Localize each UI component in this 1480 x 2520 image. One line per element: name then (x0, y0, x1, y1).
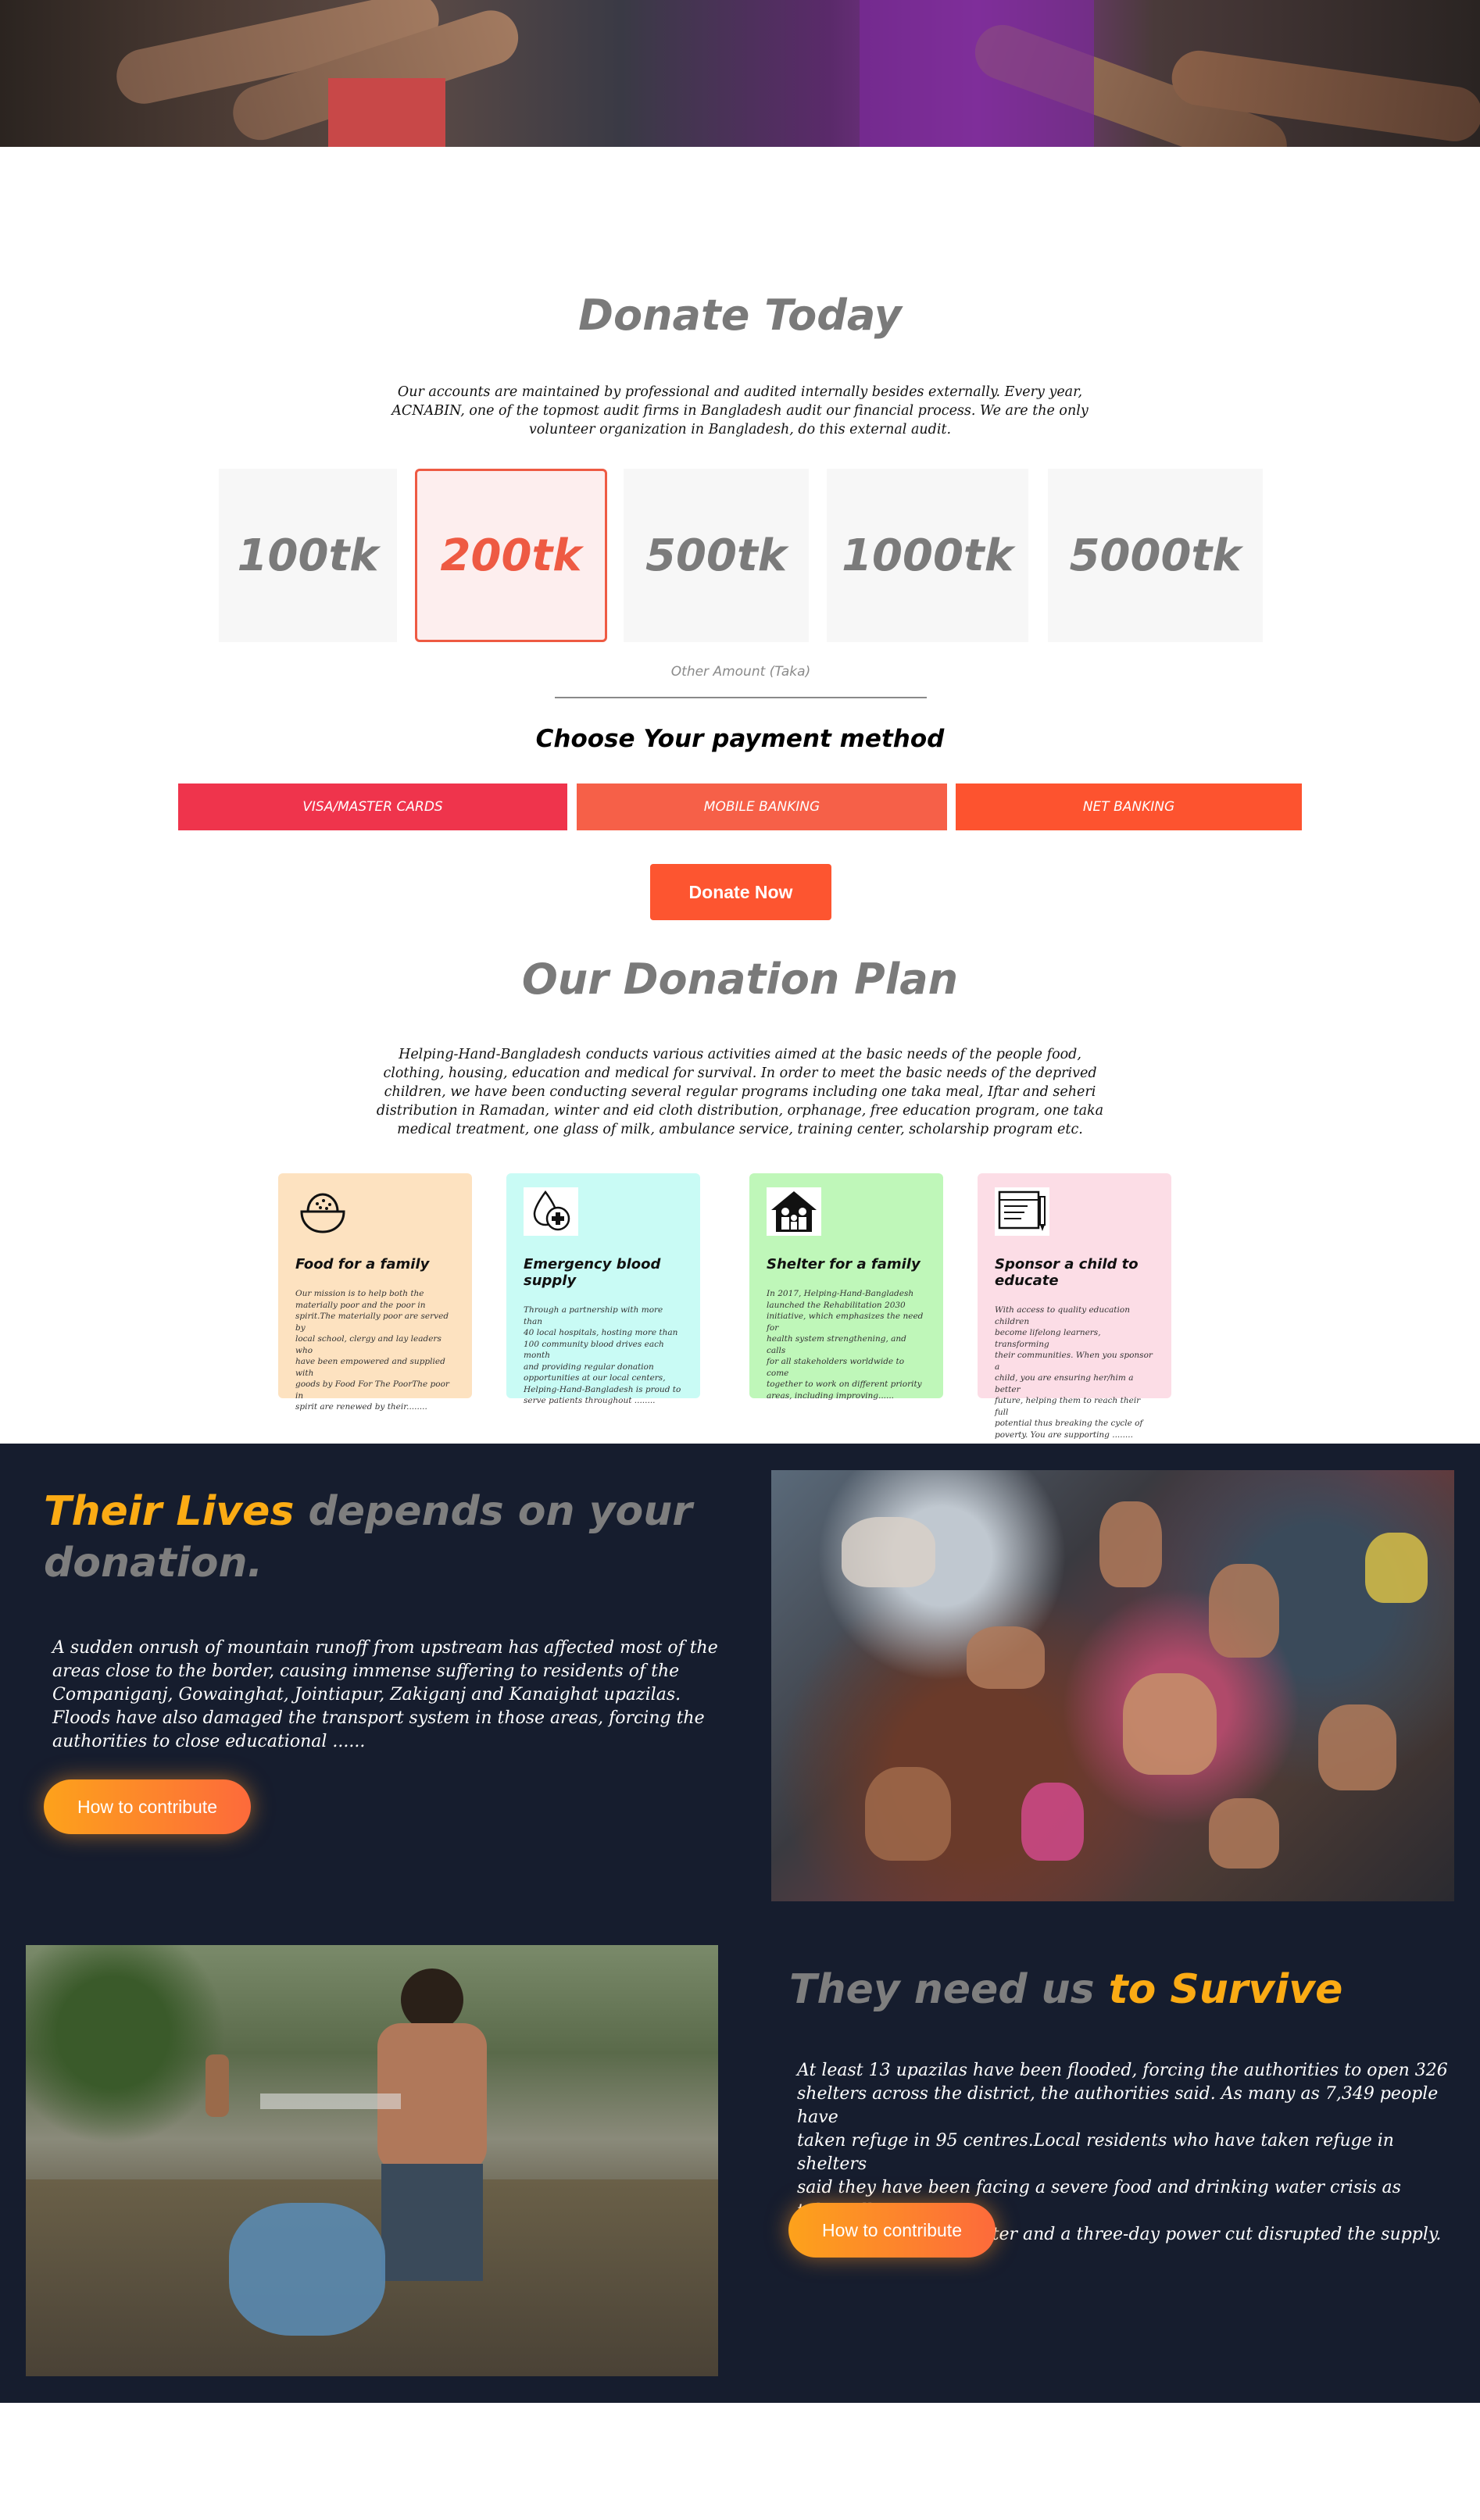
amount-5000[interactable]: 5000tk (1048, 469, 1263, 642)
plan-card-title: Shelter for a family (767, 1256, 921, 1272)
donate-now-button[interactable]: Donate Now (650, 864, 831, 920)
donate-title: Donate Today (578, 291, 902, 340)
plan-card-education[interactable]: Sponsor a child to educate With access t… (978, 1173, 1171, 1440)
payment-title: Choose Your payment method (535, 725, 945, 753)
lives-paragraph: A sudden onrush of mountain runoff from … (52, 1638, 718, 1751)
family-shelter-icon (767, 1187, 821, 1236)
survive-title: They need us to Survive (789, 1966, 1343, 2013)
education-board-icon (995, 1187, 1049, 1236)
amount-200[interactable]: 200tk (415, 469, 607, 642)
amount-100[interactable]: 100tk (219, 469, 397, 642)
plan-card-desc: Through a partnership with more than 40 l… (524, 1305, 681, 1405)
hero-image (0, 0, 1480, 147)
plan-card-desc: Our mission is to help both the materiall… (295, 1289, 449, 1412)
plan-intro: Helping-Hand-Bangladesh conducts various… (376, 1047, 1104, 1137)
payment-visa-master-button[interactable]: VISA/MASTER CARDS (178, 783, 567, 830)
crowd-relief-photo (771, 1470, 1454, 1901)
plan-title: Our Donation Plan (521, 955, 959, 1004)
plan-card-shelter[interactable]: Shelter for a family In 2017, Helping-Ha… (749, 1173, 943, 1401)
amount-500[interactable]: 500tk (624, 469, 809, 642)
how-to-contribute-button-2[interactable]: How to contribute (788, 2203, 996, 2258)
amount-1000[interactable]: 1000tk (827, 469, 1028, 642)
plan-card-blood[interactable]: Emergency blood supply Through a partner… (506, 1173, 700, 1405)
blood-drop-icon (524, 1187, 578, 1236)
other-amount-input[interactable]: Other Amount (Taka) (555, 664, 927, 680)
flood-child-photo (26, 1945, 718, 2376)
payment-mobile-banking-button[interactable]: MOBILE BANKING (577, 783, 947, 830)
other-amount-underline (555, 697, 927, 698)
how-to-contribute-button[interactable]: How to contribute (44, 1779, 251, 1834)
lives-title: Their Lives depends on your donation. (44, 1488, 692, 1587)
plan-card-title: Sponsor a child to educate (995, 1256, 1139, 1289)
plan-card-title: Food for a family (295, 1256, 430, 1272)
plan-card-title: Emergency blood supply (524, 1256, 661, 1289)
plan-card-food[interactable]: Food for a family Our mission is to help… (278, 1173, 472, 1412)
plan-card-desc: With access to quality education childre… (995, 1305, 1153, 1440)
donate-intro: Our accounts are maintained by professio… (391, 384, 1089, 437)
plan-card-desc: In 2017, Helping-Hand-Bangladesh launched… (767, 1289, 924, 1401)
food-bowl-icon (295, 1187, 350, 1236)
payment-net-banking-button[interactable]: NET BANKING (956, 783, 1302, 830)
